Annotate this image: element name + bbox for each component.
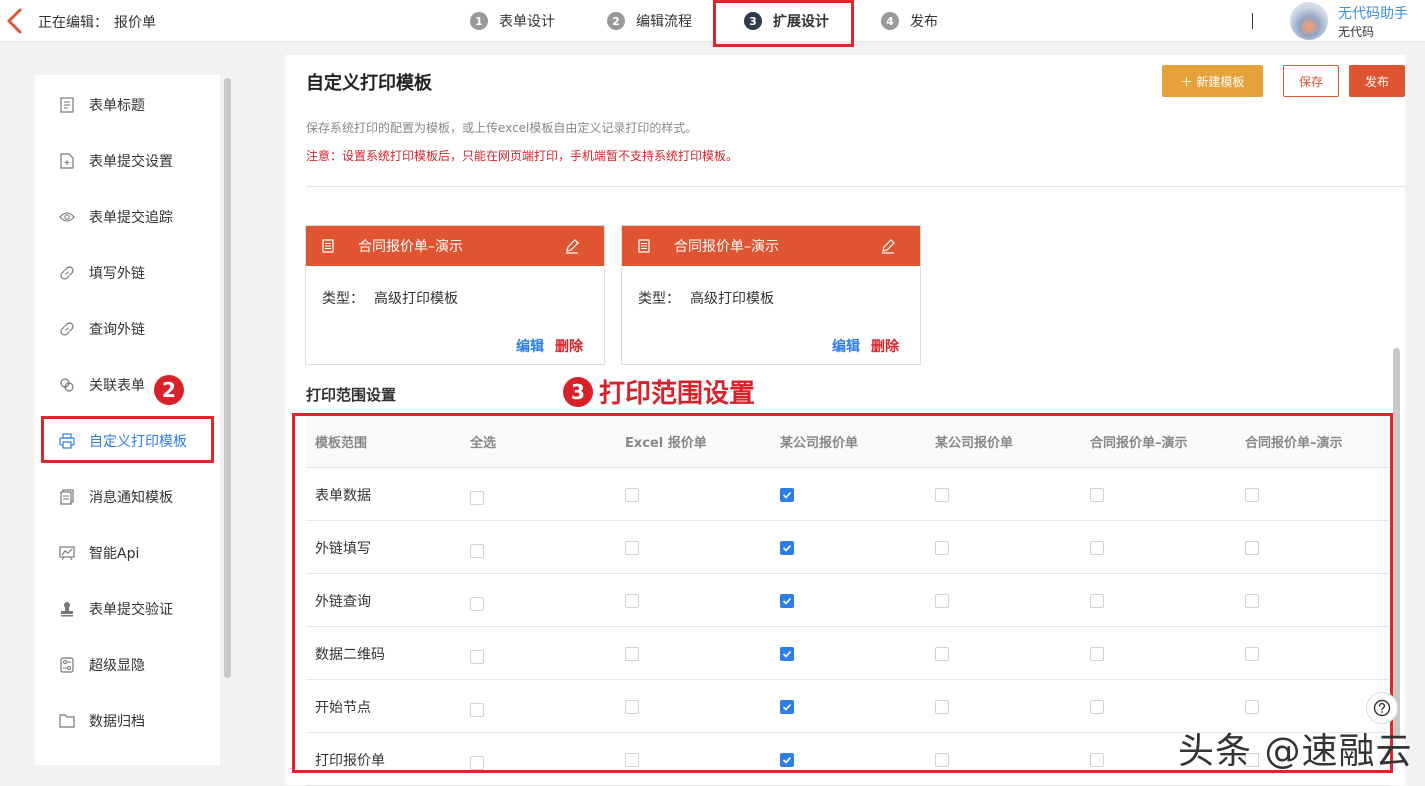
type-label: 类型：: [638, 291, 680, 307]
sidebar-item-label: 关联表单: [89, 378, 145, 394]
sidebar-item-fill-link[interactable]: 填写外链: [35, 253, 220, 293]
page-description: 保存系统打印的配置为模板，或上传excel模板自由定义记录打印的样式。: [306, 121, 698, 135]
section-title: 打印范围设置: [306, 386, 397, 404]
sidebar-item-submit-tracking[interactable]: 表单提交追踪: [35, 197, 220, 237]
template-card-title: 合同报价单–演示: [358, 239, 463, 255]
sidebar-item-label: 超级显隐: [89, 658, 145, 674]
sidebar-item-label: 查询外链: [89, 322, 145, 338]
card-delete-link[interactable]: 删除: [871, 336, 899, 356]
header-divider: [1252, 13, 1253, 29]
sidebar-item-super-visibility[interactable]: 超级显隐: [35, 645, 220, 685]
annotation-text: 打印范围设置: [599, 379, 756, 409]
sidebar-item-label: 消息通知模板: [89, 490, 173, 506]
edit-pen-icon[interactable]: [564, 238, 580, 254]
link-icon: [59, 321, 75, 337]
type-value: 高级打印模板: [690, 291, 774, 307]
annotation-marker-3: 3: [563, 376, 593, 407]
back-arrow-icon[interactable]: [4, 7, 26, 35]
template-card-title: 合同报价单–演示: [674, 239, 779, 255]
watermark: 头条 @速融云: [1178, 731, 1413, 772]
document-icon: [59, 97, 75, 113]
template-card-type: 类型： 高级打印模板: [638, 288, 774, 308]
highlight-box-table: [292, 413, 1393, 773]
template-card-header: 合同报价单–演示: [306, 226, 604, 266]
sidebar-item-label: 表单标题: [89, 98, 145, 114]
annotation-3: 3 打印范围设置: [563, 373, 755, 410]
main-scrollbar[interactable]: [1393, 348, 1400, 738]
question-icon: [1373, 699, 1391, 717]
page-title: 自定义打印模板: [306, 73, 432, 94]
folder-icon: [59, 713, 75, 729]
sidebar-item-label: 表单提交设置: [89, 154, 173, 170]
avatar[interactable]: [1290, 2, 1328, 40]
sidebar-item-label: 表单提交追踪: [89, 210, 173, 226]
template-card[interactable]: 合同报价单–演示 类型： 高级打印模板 编辑 删除: [621, 225, 921, 365]
link-icon: [59, 265, 75, 281]
help-button[interactable]: [1366, 692, 1398, 724]
chart-icon: [59, 545, 75, 561]
template-card-type: 类型： 高级打印模板: [322, 288, 458, 308]
template-card-header: 合同报价单–演示: [622, 226, 920, 266]
user-role: 无代码: [1338, 25, 1375, 39]
sidebar-scrollbar[interactable]: [224, 78, 231, 678]
sidebar-item-smart-api[interactable]: 智能Api: [35, 533, 220, 573]
step-label: 编辑流程: [636, 14, 692, 30]
toggle-icon: [59, 657, 75, 673]
document-icon: [638, 239, 652, 253]
publish-button[interactable]: 发布: [1349, 65, 1405, 97]
card-edit-link[interactable]: 编辑: [516, 336, 544, 356]
new-template-button[interactable]: ＋ 新建模板: [1162, 65, 1263, 97]
sidebar-item-label: 表单提交验证: [89, 602, 173, 618]
step-number: 2: [607, 12, 625, 30]
card-edit-link[interactable]: 编辑: [832, 336, 860, 356]
sidebar-item-query-link[interactable]: 查询外链: [35, 309, 220, 349]
document-icon: [322, 239, 336, 253]
user-name[interactable]: 无代码助手: [1338, 3, 1408, 23]
template-card[interactable]: 合同报价单–演示 类型： 高级打印模板 编辑 删除: [305, 225, 605, 365]
sidebar-item-label: 填写外链: [89, 266, 145, 282]
file-add-icon: [59, 153, 75, 169]
annotation-marker-2: 2: [154, 375, 184, 405]
sidebar-item-related-form[interactable]: 关联表单: [35, 365, 220, 405]
step-publish[interactable]: 4 发布: [881, 0, 938, 42]
stamp-icon: [59, 601, 75, 617]
sidebar-item-message-template[interactable]: 消息通知模板: [35, 477, 220, 517]
highlight-box-step: [713, 0, 854, 47]
sidebar-item-data-archive[interactable]: 数据归档: [35, 701, 220, 741]
warning-text: 注意：设置系统打印模板后，只能在网页端打印，手机端暂不支持系统打印模板。: [306, 149, 739, 163]
form-name: 报价单: [114, 15, 156, 31]
sidebar-item-form-title[interactable]: 表单标题: [35, 85, 220, 125]
sidebar-item-submit-settings[interactable]: 表单提交设置: [35, 141, 220, 181]
sidebar-item-label: 数据归档: [89, 714, 145, 730]
step-label: 表单设计: [499, 14, 555, 30]
type-label: 类型：: [322, 291, 364, 307]
step-number: 4: [881, 12, 899, 30]
type-value: 高级打印模板: [374, 291, 458, 307]
message-icon: [59, 489, 75, 505]
step-form-design[interactable]: 1 表单设计: [470, 0, 555, 42]
edit-pen-icon[interactable]: [880, 238, 896, 254]
divider: [306, 186, 1406, 187]
sidebar-item-label: 智能Api: [89, 546, 140, 562]
step-edit-flow[interactable]: 2 编辑流程: [607, 0, 692, 42]
eye-icon: [59, 209, 75, 225]
relation-icon: [59, 377, 75, 393]
card-delete-link[interactable]: 删除: [555, 336, 583, 356]
save-button[interactable]: 保存: [1283, 65, 1339, 97]
step-number: 1: [470, 12, 488, 30]
highlight-box-sidebar: [41, 416, 214, 463]
sidebar-item-submit-validation[interactable]: 表单提交验证: [35, 589, 220, 629]
editing-indicator: 正在编辑： 报价单: [38, 12, 156, 32]
editing-label: 正在编辑：: [38, 15, 108, 31]
step-label: 发布: [910, 14, 938, 30]
